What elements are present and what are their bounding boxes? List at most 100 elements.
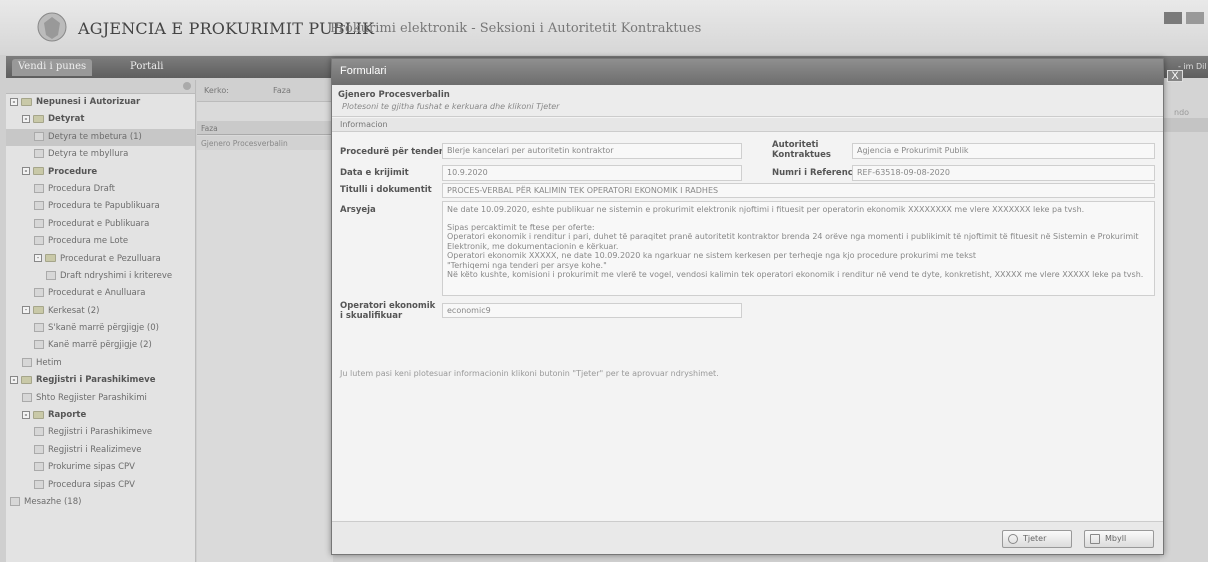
- dialog-footer: Tjeter Mbyll: [332, 521, 1163, 554]
- dialog-titlebar[interactable]: Formulari _□X: [332, 59, 1183, 85]
- sidebar-item[interactable]: - Detyrat: [6, 111, 195, 128]
- arrow-icon: [1008, 534, 1018, 544]
- collapse-toggle-icon[interactable]: -: [34, 254, 42, 263]
- sidebar-item[interactable]: Mesazhe (18): [6, 494, 195, 511]
- folder-icon: [33, 410, 44, 419]
- app-header: AGJENCIA E PROKURIMIT PUBLIK Prokurimi e…: [0, 0, 1208, 55]
- sidebar-item[interactable]: Regjistri i Parashikimeve: [6, 424, 195, 441]
- background-text: ndo: [1174, 108, 1190, 117]
- page-icon: [22, 357, 32, 367]
- page-icon: [34, 479, 44, 489]
- close-window-button[interactable]: X: [1167, 70, 1183, 82]
- page-icon: [34, 340, 44, 350]
- sidebar-item[interactable]: Hetim: [6, 355, 195, 372]
- tab-vendi-i-punes[interactable]: Vendi i punes: [12, 59, 93, 76]
- collapse-toggle-icon[interactable]: -: [22, 410, 30, 419]
- sidebar-item-label: Kerkesat (2): [48, 305, 100, 316]
- reference-label: Numri i References: [772, 168, 864, 178]
- sidebar-item[interactable]: Procedura me Lote: [6, 233, 195, 250]
- reason-textarea[interactable]: Ne date 10.09.2020, eshte publikuar ne s…: [442, 201, 1155, 296]
- sidebar-tree: - Nepunesi i Autorizuar - Detyrat Detyra te …: [6, 80, 196, 562]
- sidebar-item-label: Draft ndryshimi i kritereve: [60, 270, 173, 281]
- form-dialog: Formulari _□X Gjenero Procesverbalin Plo…: [331, 58, 1183, 555]
- sidebar-item[interactable]: Regjistri i Realizimeve: [6, 442, 195, 459]
- sidebar-item-label: Hetim: [36, 357, 62, 368]
- sidebar-item-label: Procedura me Lote: [48, 236, 129, 247]
- sidebar-item[interactable]: Prokurime sipas CPV: [6, 459, 195, 476]
- sidebar-header: [6, 80, 195, 94]
- sidebar-item[interactable]: Procedura sipas CPV: [6, 477, 195, 494]
- collapse-toggle-icon[interactable]: -: [22, 167, 30, 176]
- table-row[interactable]: Gjenero Procesverbalin: [197, 136, 333, 150]
- sidebar-item-label: Raporte: [48, 410, 87, 421]
- form-instruction: Plotesoni te gjitha fushat e kerkuara dh…: [342, 102, 560, 111]
- page-icon: [34, 183, 44, 193]
- sidebar-item[interactable]: Draft ndryshimi i kritereve: [6, 268, 195, 285]
- reason-line: "Terhiqemi nga tenderi per arsye kohe.": [447, 260, 607, 270]
- sidebar-item[interactable]: Procedurat e Anulluara: [6, 285, 195, 302]
- sidebar-item-label: Procedura Draft: [48, 183, 115, 194]
- collapse-toggle-icon[interactable]: -: [22, 306, 30, 315]
- folder-icon: [33, 306, 44, 315]
- background-grid-header: [1160, 118, 1208, 132]
- next-button[interactable]: Tjeter: [1002, 530, 1072, 548]
- folder-icon: [33, 167, 44, 176]
- tab-portali[interactable]: Portali: [124, 59, 170, 74]
- page-icon: [34, 323, 44, 333]
- folder-icon: [21, 375, 32, 384]
- reference-field[interactable]: REF-63518-09-08-2020: [852, 165, 1155, 181]
- sidebar-item-label: Procedurat e Anulluara: [48, 288, 146, 299]
- folder-icon: [21, 97, 32, 106]
- form-header: Gjenero Procesverbalin Plotesoni te gjit…: [332, 85, 1163, 117]
- sidebar-item-label: Mesazhe (18): [24, 496, 82, 507]
- page-icon: [34, 236, 44, 246]
- sidebar-item-label: Procedura te Papublikuara: [48, 201, 160, 212]
- sidebar-item[interactable]: Kanë marrë përgjigje (2): [6, 337, 195, 354]
- filter-select[interactable]: Faza: [273, 86, 291, 95]
- search-label: Kerko:: [204, 86, 229, 95]
- sidebar-item-label: Procedure: [48, 166, 98, 177]
- collapse-toggle-icon[interactable]: -: [10, 97, 18, 106]
- date-field[interactable]: 10.9.2020: [442, 165, 742, 181]
- sidebar-item[interactable]: - Procedurat e Pezulluara: [6, 251, 195, 268]
- close-button[interactable]: Mbyll: [1084, 530, 1154, 548]
- sidebar-item[interactable]: Procedura te Papublikuara: [6, 198, 195, 215]
- page-icon: [34, 218, 44, 228]
- sidebar-item-label: Regjistri i Parashikimeve: [36, 375, 156, 386]
- sidebar-item-label: Procedura sipas CPV: [48, 479, 135, 490]
- collapse-toggle-icon[interactable]: -: [10, 375, 18, 384]
- sidebar-item[interactable]: Detyra te mbyllura: [6, 146, 195, 163]
- date-label: Data e krijimit: [340, 168, 409, 178]
- sidebar-item-label: Detyra te mbyllura: [48, 149, 129, 160]
- sidebar-item[interactable]: Shto Regjister Parashikimi: [6, 390, 195, 407]
- sidebar-item-label: Regjistri i Parashikimeve: [48, 427, 153, 438]
- page-icon: [46, 270, 56, 280]
- sidebar-item[interactable]: - Nepunesi i Autorizuar: [6, 94, 195, 111]
- sidebar-item[interactable]: - Procedure: [6, 164, 195, 181]
- operator-field[interactable]: economic9: [442, 303, 742, 318]
- sidebar-item-label: Nepunesi i Autorizuar: [36, 97, 141, 107]
- collapse-icon[interactable]: [183, 82, 191, 90]
- authority-field[interactable]: Agjencia e Prokurimit Publik: [852, 143, 1155, 159]
- language-flag-icon[interactable]: [1186, 12, 1204, 24]
- doc-title-field[interactable]: PROCES-VERBAL PËR KALIMIN TEK OPERATORI …: [442, 183, 1155, 198]
- page-icon: [34, 201, 44, 211]
- sidebar-item[interactable]: - Regjistri i Parashikimeve: [6, 372, 195, 389]
- sidebar-item[interactable]: - Kerkesat (2): [6, 303, 195, 320]
- sidebar-item[interactable]: S'kanë marrë përgjigje (0): [6, 320, 195, 337]
- sidebar-item[interactable]: - Raporte: [6, 407, 195, 424]
- procedure-field[interactable]: Blerje kancelari per autoritetin kontrak…: [442, 143, 742, 159]
- page-icon: [34, 462, 44, 472]
- sidebar-item[interactable]: Detyra te mbetura (1): [6, 128, 195, 147]
- column-header-faza[interactable]: Faza: [197, 121, 333, 135]
- language-flag-icon[interactable]: [1164, 12, 1182, 24]
- collapse-toggle-icon[interactable]: -: [22, 114, 30, 123]
- sidebar-item-label: Regjistri i Realizimeve: [48, 444, 142, 455]
- tree-list: - Nepunesi i Autorizuar - Detyrat Detyra te …: [6, 94, 195, 511]
- reason-line: Operatori ekonomik XXXXX, ne date 10.09.…: [447, 251, 977, 260]
- page-icon: [34, 444, 44, 454]
- sidebar-item[interactable]: Procedura Draft: [6, 181, 195, 198]
- sidebar-item-label: Procedurat e Publikuara: [48, 218, 150, 229]
- page-icon: [10, 496, 20, 506]
- sidebar-item[interactable]: Procedurat e Publikuara: [6, 216, 195, 233]
